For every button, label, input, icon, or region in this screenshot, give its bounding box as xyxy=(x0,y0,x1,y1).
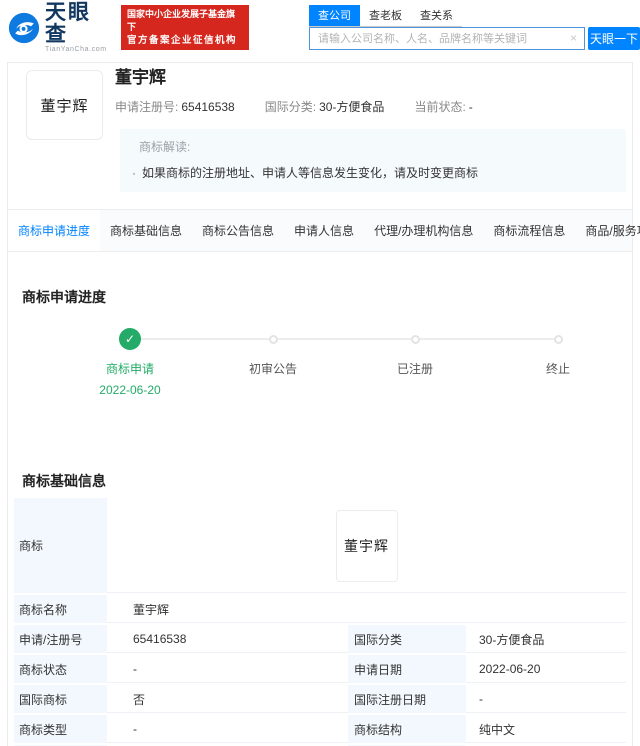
badge-line1: 国家中小企业发展子基金旗下 xyxy=(127,9,236,32)
table-row: 商标状态 - 申请日期 2022-06-20 xyxy=(14,655,626,685)
section-title-basic-info: 商标基础信息 xyxy=(22,473,106,489)
table-row: 申请/注册号 65416538 国际分类 30-方便食品 xyxy=(14,625,626,655)
table-row: 商标类型 - 商标结构 纯中文 xyxy=(14,715,626,745)
search-tabs: 查公司 查老板 查关系 xyxy=(309,5,463,27)
section-title-progress: 商标申请进度 xyxy=(22,289,106,305)
search-button[interactable]: 天眼一下 xyxy=(588,27,640,50)
trademark-image[interactable]: 董宇辉 xyxy=(26,70,103,140)
pending-circle-icon xyxy=(268,334,278,344)
check-icon: ✓ xyxy=(119,328,141,350)
step-application: ✓ 商标申请 2022-06-20 xyxy=(70,328,190,397)
top-bar: 天眼查 TianYanCha.com 国家中小企业发展子基金旗下 官方备案企业征… xyxy=(0,0,640,55)
search-area: 查公司 查老板 查关系 × 天眼一下 xyxy=(309,5,640,50)
bullet-icon: · xyxy=(132,166,136,180)
search-input[interactable] xyxy=(309,27,586,50)
table-row: 商标 董宇辉 xyxy=(14,498,626,595)
trademark-image-cell: 董宇辉 xyxy=(107,498,626,593)
step-registered: 已注册 xyxy=(355,328,475,377)
step-date: 2022-06-20 xyxy=(99,383,161,397)
field-international-class: 国际分类: 30-方便食品 xyxy=(264,100,385,114)
tab-process-info[interactable]: 商标流程信息 xyxy=(483,210,575,251)
table-row: 商标名称 董宇辉 xyxy=(14,595,626,625)
tab-goods-services[interactable]: 商品/服务项目 xyxy=(575,210,640,251)
field-registration-number: 申请注册号: 65416538 xyxy=(115,100,235,114)
interpretation-title: 商标解读: xyxy=(139,140,191,154)
progress-line xyxy=(130,338,558,340)
tab-application-progress[interactable]: 商标申请进度 xyxy=(8,210,101,251)
pending-circle-icon xyxy=(553,334,563,344)
logo-name: 天眼查 xyxy=(45,1,91,46)
tab-applicant-info[interactable]: 申请人信息 xyxy=(284,210,364,251)
search-tab-boss[interactable]: 查老板 xyxy=(360,5,411,26)
tab-basic-info[interactable]: 商标基础信息 xyxy=(100,210,192,251)
certification-badge: 国家中小企业发展子基金旗下 官方备案企业征信机构 xyxy=(121,5,250,50)
table-row: 国际商标 否 国际注册日期 - xyxy=(14,685,626,715)
detail-tabbar: 商标申请进度 商标基础信息 商标公告信息 申请人信息 代理/办理机构信息 商标流… xyxy=(8,209,640,252)
trademark-interpretation-box: 商标解读: · 如果商标的注册地址、申请人等信息发生变化，请及时变更商标 xyxy=(120,129,626,192)
pending-circle-icon xyxy=(410,334,420,344)
trademark-title: 董宇辉 xyxy=(115,68,166,87)
trademark-header: 董宇辉 董宇辉 申请注册号: 65416538 国际分类: 30-方便食品 当前状态… xyxy=(8,63,632,209)
trademark-detail-card: 董宇辉 董宇辉 申请注册号: 65416538 国际分类: 30-方便食品 当前状态… xyxy=(7,62,640,746)
logo-domain: TianYanCha.com xyxy=(45,46,107,53)
progress-stepper: ✓ 商标申请 2022-06-20 初审公告 已注册 终止 xyxy=(22,328,618,440)
trademark-summary-fields: 申请注册号: 65416538 国际分类: 30-方便食品 当前状态: - xyxy=(115,98,626,115)
clear-icon[interactable]: × xyxy=(570,31,577,45)
search-tab-relation[interactable]: 查关系 xyxy=(411,5,462,26)
trademark-image[interactable]: 董宇辉 xyxy=(335,509,398,582)
step-preliminary-publication: 初审公告 xyxy=(213,328,333,377)
tianyancha-eye-icon xyxy=(8,12,40,43)
badge-line2: 官方备案企业征信机构 xyxy=(127,35,238,46)
search-tab-company[interactable]: 查公司 xyxy=(309,5,361,26)
basic-info-table: 商标 董宇辉 商标名称 董宇辉 申请/注册号 65416538 国际分类 30-… xyxy=(14,498,626,746)
logo[interactable]: 天眼查 TianYanCha.com xyxy=(8,2,113,53)
tab-announcement-info[interactable]: 商标公告信息 xyxy=(192,210,284,251)
field-current-status: 当前状态: - xyxy=(414,100,473,114)
tab-agency-info[interactable]: 代理/办理机构信息 xyxy=(364,210,483,251)
step-terminated: 终止 xyxy=(498,328,618,377)
interpretation-item: · 如果商标的注册地址、申请人等信息发生变化，请及时变更商标 xyxy=(132,166,479,180)
